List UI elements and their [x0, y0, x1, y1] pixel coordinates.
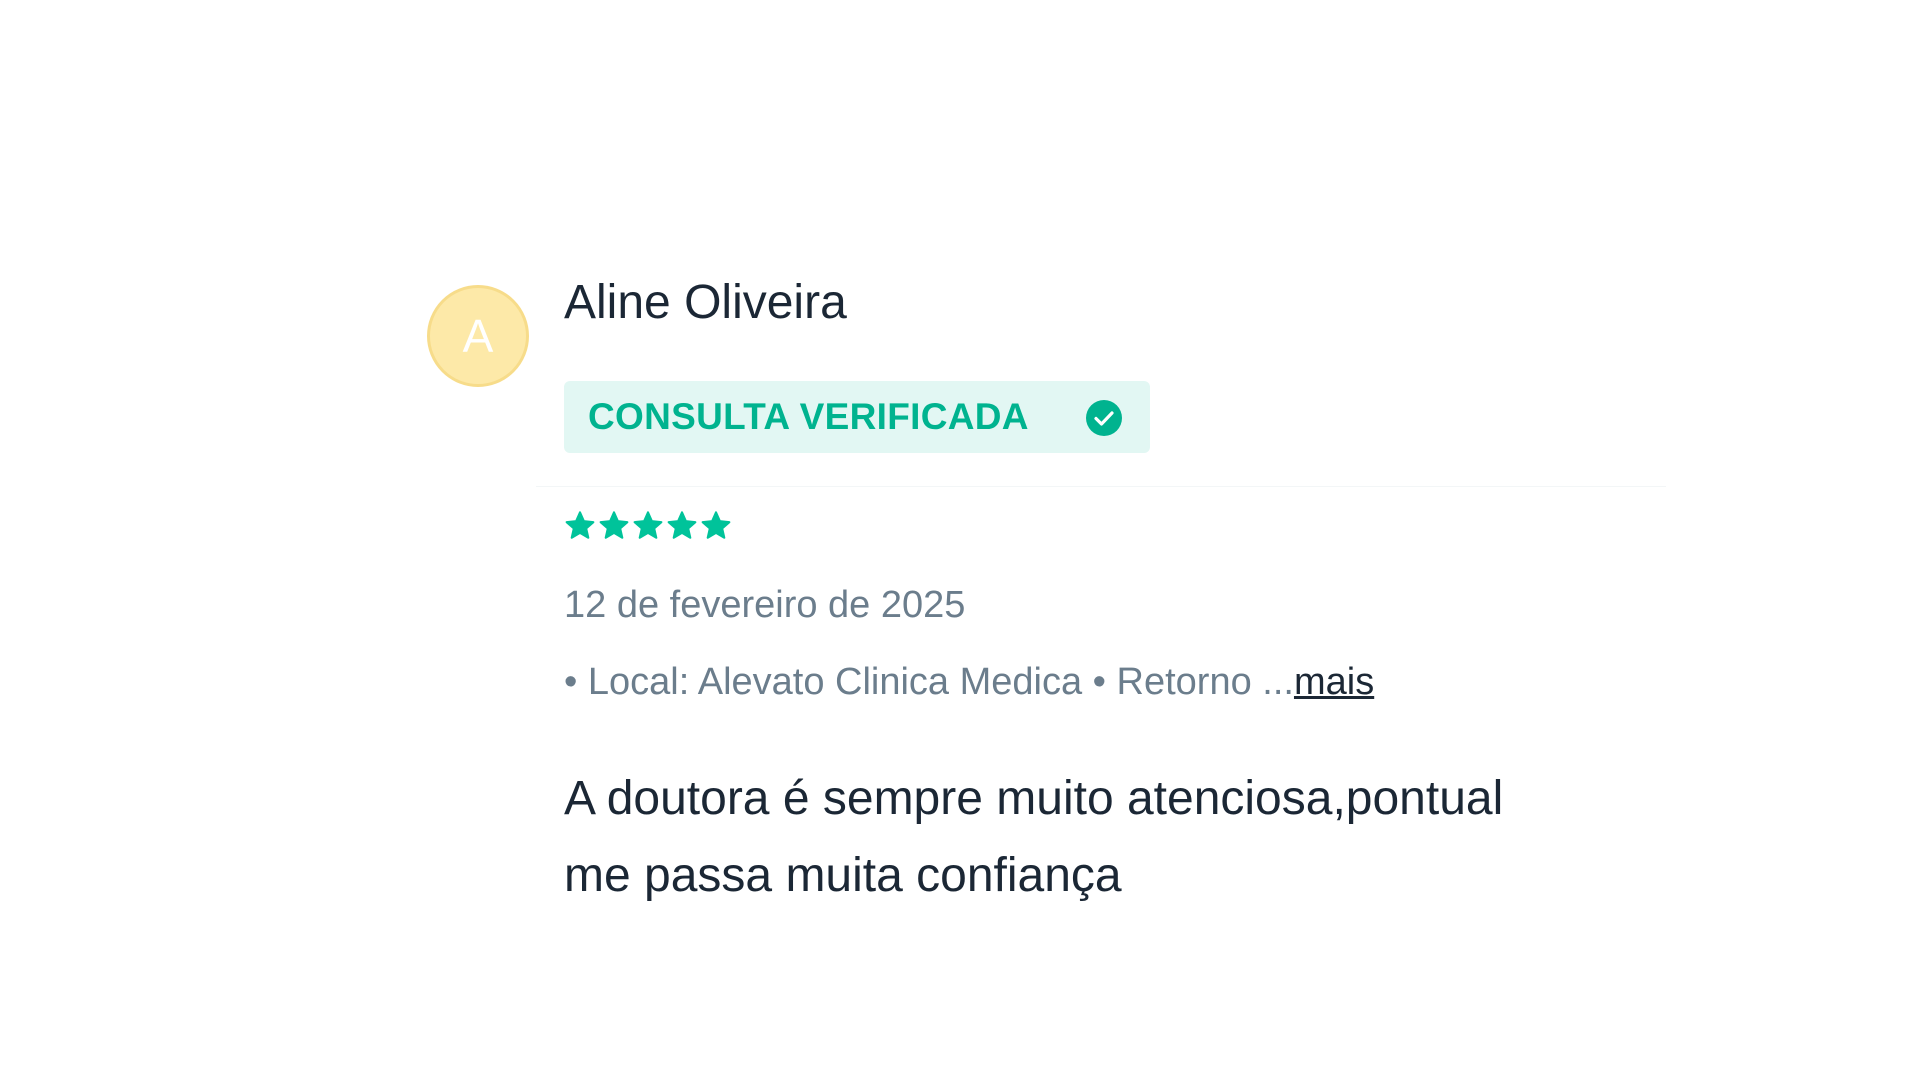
star-icon	[599, 511, 629, 539]
star-icon	[667, 511, 697, 539]
check-circle-icon	[1086, 400, 1122, 436]
verified-badge: CONSULTA VERIFICADA	[564, 381, 1150, 453]
avatar-letter: A	[462, 310, 494, 362]
star-rating	[564, 510, 732, 542]
avatar: A	[427, 285, 529, 387]
review-comment-line: me passa muita confiança	[564, 849, 1122, 902]
divider	[536, 486, 1666, 487]
review-date: 12 de fevereiro de 2025	[564, 584, 966, 626]
review-meta: • Local: Alevato Clinica Medica • Retorn…	[564, 661, 1374, 704]
author-name: Aline Oliveira	[564, 276, 847, 329]
review-card: A Aline Oliveira CONSULTA VERIFICADA 12 …	[0, 0, 1920, 1079]
more-link[interactable]: mais	[1294, 661, 1374, 703]
review-comment-line: A doutora é sempre muito atenciosa,pontu…	[564, 772, 1504, 825]
star-icon	[633, 511, 663, 539]
verified-badge-label: CONSULTA VERIFICADA	[588, 396, 1029, 437]
star-icon	[565, 511, 595, 539]
star-icon	[701, 511, 731, 539]
review-comment: A doutora é sempre muito atenciosa,pontu…	[564, 760, 1664, 914]
review-meta-text: • Local: Alevato Clinica Medica • Retorn…	[564, 661, 1294, 703]
